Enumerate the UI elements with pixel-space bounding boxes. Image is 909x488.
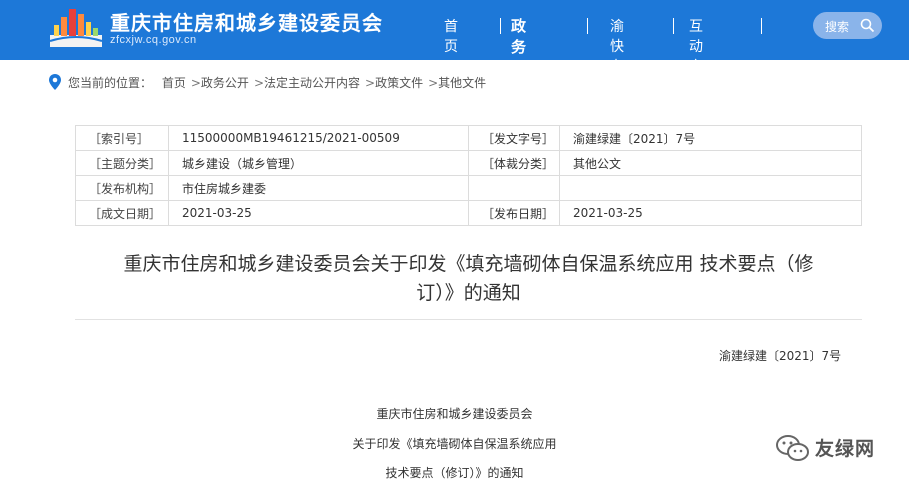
watermark-text: 友绿网 bbox=[815, 438, 876, 460]
breadcrumb-separator: > bbox=[253, 76, 264, 90]
table-row: ［主题分类］ 城乡建设（城乡管理） ［体裁分类］ 其他公文 bbox=[75, 150, 862, 176]
meta-value-published: 2021-03-25 bbox=[559, 200, 862, 226]
nav-home[interactable]: 首页 bbox=[444, 16, 458, 56]
breadcrumb-item-policy[interactable]: 政策文件 bbox=[375, 76, 423, 90]
meta-label-index: ［索引号］ bbox=[75, 125, 169, 151]
meta-value-docno: 渝建绿建〔2021〕7号 bbox=[559, 125, 862, 151]
table-row: ［发布机构］ 市住房城乡建委 bbox=[75, 175, 862, 201]
search-button[interactable]: 搜索 bbox=[813, 12, 882, 39]
search-label: 搜索 bbox=[825, 20, 850, 34]
breadcrumb-prefix: 您当前的位置： bbox=[68, 76, 153, 90]
meta-value-issuer: 市住房城乡建委 bbox=[168, 175, 469, 201]
nav-divider bbox=[673, 18, 674, 34]
breadcrumb-separator: > bbox=[428, 76, 439, 90]
breadcrumb-item-other[interactable]: 其他文件 bbox=[438, 76, 486, 90]
meta-value-topic: 城乡建设（城乡管理） bbox=[168, 150, 469, 176]
site-header: 重庆市住房和城乡建设委员会 zfcxjw.cq.gov.cn 首页 政务公开 渝… bbox=[0, 0, 909, 98]
meta-value-created: 2021-03-25 bbox=[168, 200, 469, 226]
meta-label-topic: ［主题分类］ bbox=[75, 150, 169, 176]
article-title-line: 订）》的通知 bbox=[416, 282, 521, 304]
meta-value-index: 11500000MB19461215/2021-00509 bbox=[168, 125, 469, 151]
meta-empty-cell bbox=[559, 175, 862, 201]
body-line: 重庆市住房和城乡建设委员会 bbox=[376, 407, 533, 421]
breadcrumb-separator: > bbox=[365, 76, 376, 90]
watermark: 友绿网 bbox=[775, 432, 885, 464]
site-title[interactable]: 重庆市住房和城乡建设委员会 bbox=[110, 7, 383, 36]
meta-value-genre: 其他公文 bbox=[559, 150, 862, 176]
body-line: 技术要点（修订）》的通知 bbox=[385, 466, 524, 480]
meta-label-genre: ［体裁分类］ bbox=[468, 150, 560, 176]
meta-label-docno: ［发文字号］ bbox=[468, 125, 560, 151]
document-number: 渝建绿建〔2021〕7号 bbox=[719, 349, 842, 363]
nav-yukuaiban[interactable]: 渝快办 bbox=[610, 16, 624, 76]
breadcrumb-item-gov-affairs[interactable]: 政务公开 bbox=[201, 76, 249, 90]
title-divider bbox=[75, 319, 862, 320]
meta-label-created: ［成文日期］ bbox=[75, 200, 169, 226]
table-row: ［索引号］ 11500000MB19461215/2021-00509 ［发文字… bbox=[75, 125, 862, 151]
nav-interaction[interactable]: 互动交流 bbox=[689, 16, 703, 96]
search-icon bbox=[860, 18, 875, 33]
body-line: 关于印发《填充墙砌体自保温系统应用 bbox=[352, 437, 557, 451]
nav-divider bbox=[761, 18, 762, 34]
article-title: 重庆市住房和城乡建设委员会关于印发《填充墙砌体自保温系统应用 技术要点（修 订）… bbox=[75, 250, 862, 308]
wechat-icon bbox=[776, 435, 809, 461]
meta-empty-cell bbox=[468, 175, 560, 201]
logo-icon[interactable] bbox=[48, 5, 104, 49]
nav-gov-affairs[interactable]: 政务公开 bbox=[511, 15, 526, 99]
document-meta-table: ［索引号］ 11500000MB19461215/2021-00509 ［发文字… bbox=[75, 125, 862, 226]
table-row: ［成文日期］ 2021-03-25 ［发布日期］ 2021-03-25 bbox=[75, 200, 862, 226]
nav-divider bbox=[587, 18, 588, 34]
nav-divider bbox=[500, 18, 501, 34]
meta-label-published: ［发布日期］ bbox=[468, 200, 560, 226]
breadcrumb-item-statutory[interactable]: 法定主动公开内容 bbox=[264, 76, 360, 90]
site-url: zfcxjw.cq.gov.cn bbox=[110, 34, 197, 46]
meta-label-issuer: ［发布机构］ bbox=[75, 175, 169, 201]
breadcrumb-separator: > bbox=[190, 76, 201, 90]
breadcrumb-item-home[interactable]: 首页 bbox=[162, 76, 186, 90]
article-title-line: 重庆市住房和城乡建设委员会关于印发《填充墙砌体自保温系统应用 技术要点（修 bbox=[123, 253, 814, 275]
location-pin-icon bbox=[49, 74, 61, 90]
